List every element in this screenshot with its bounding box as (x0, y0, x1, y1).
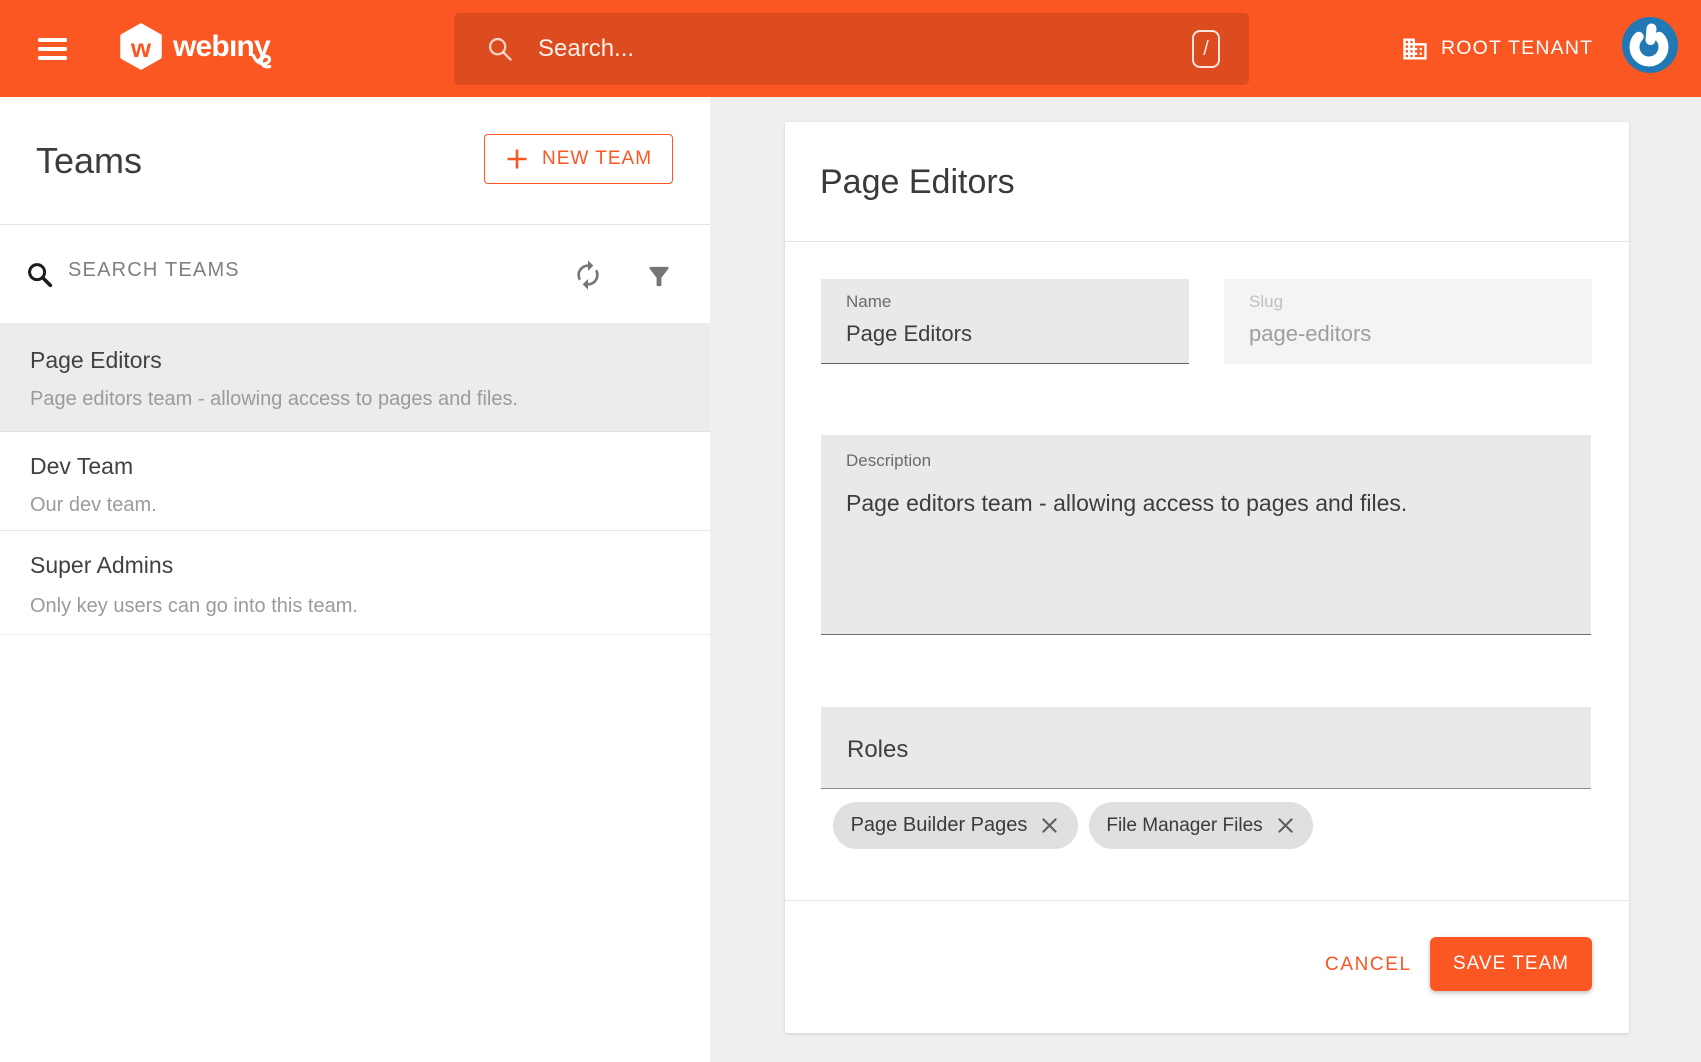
svg-text:w: w (130, 33, 152, 63)
